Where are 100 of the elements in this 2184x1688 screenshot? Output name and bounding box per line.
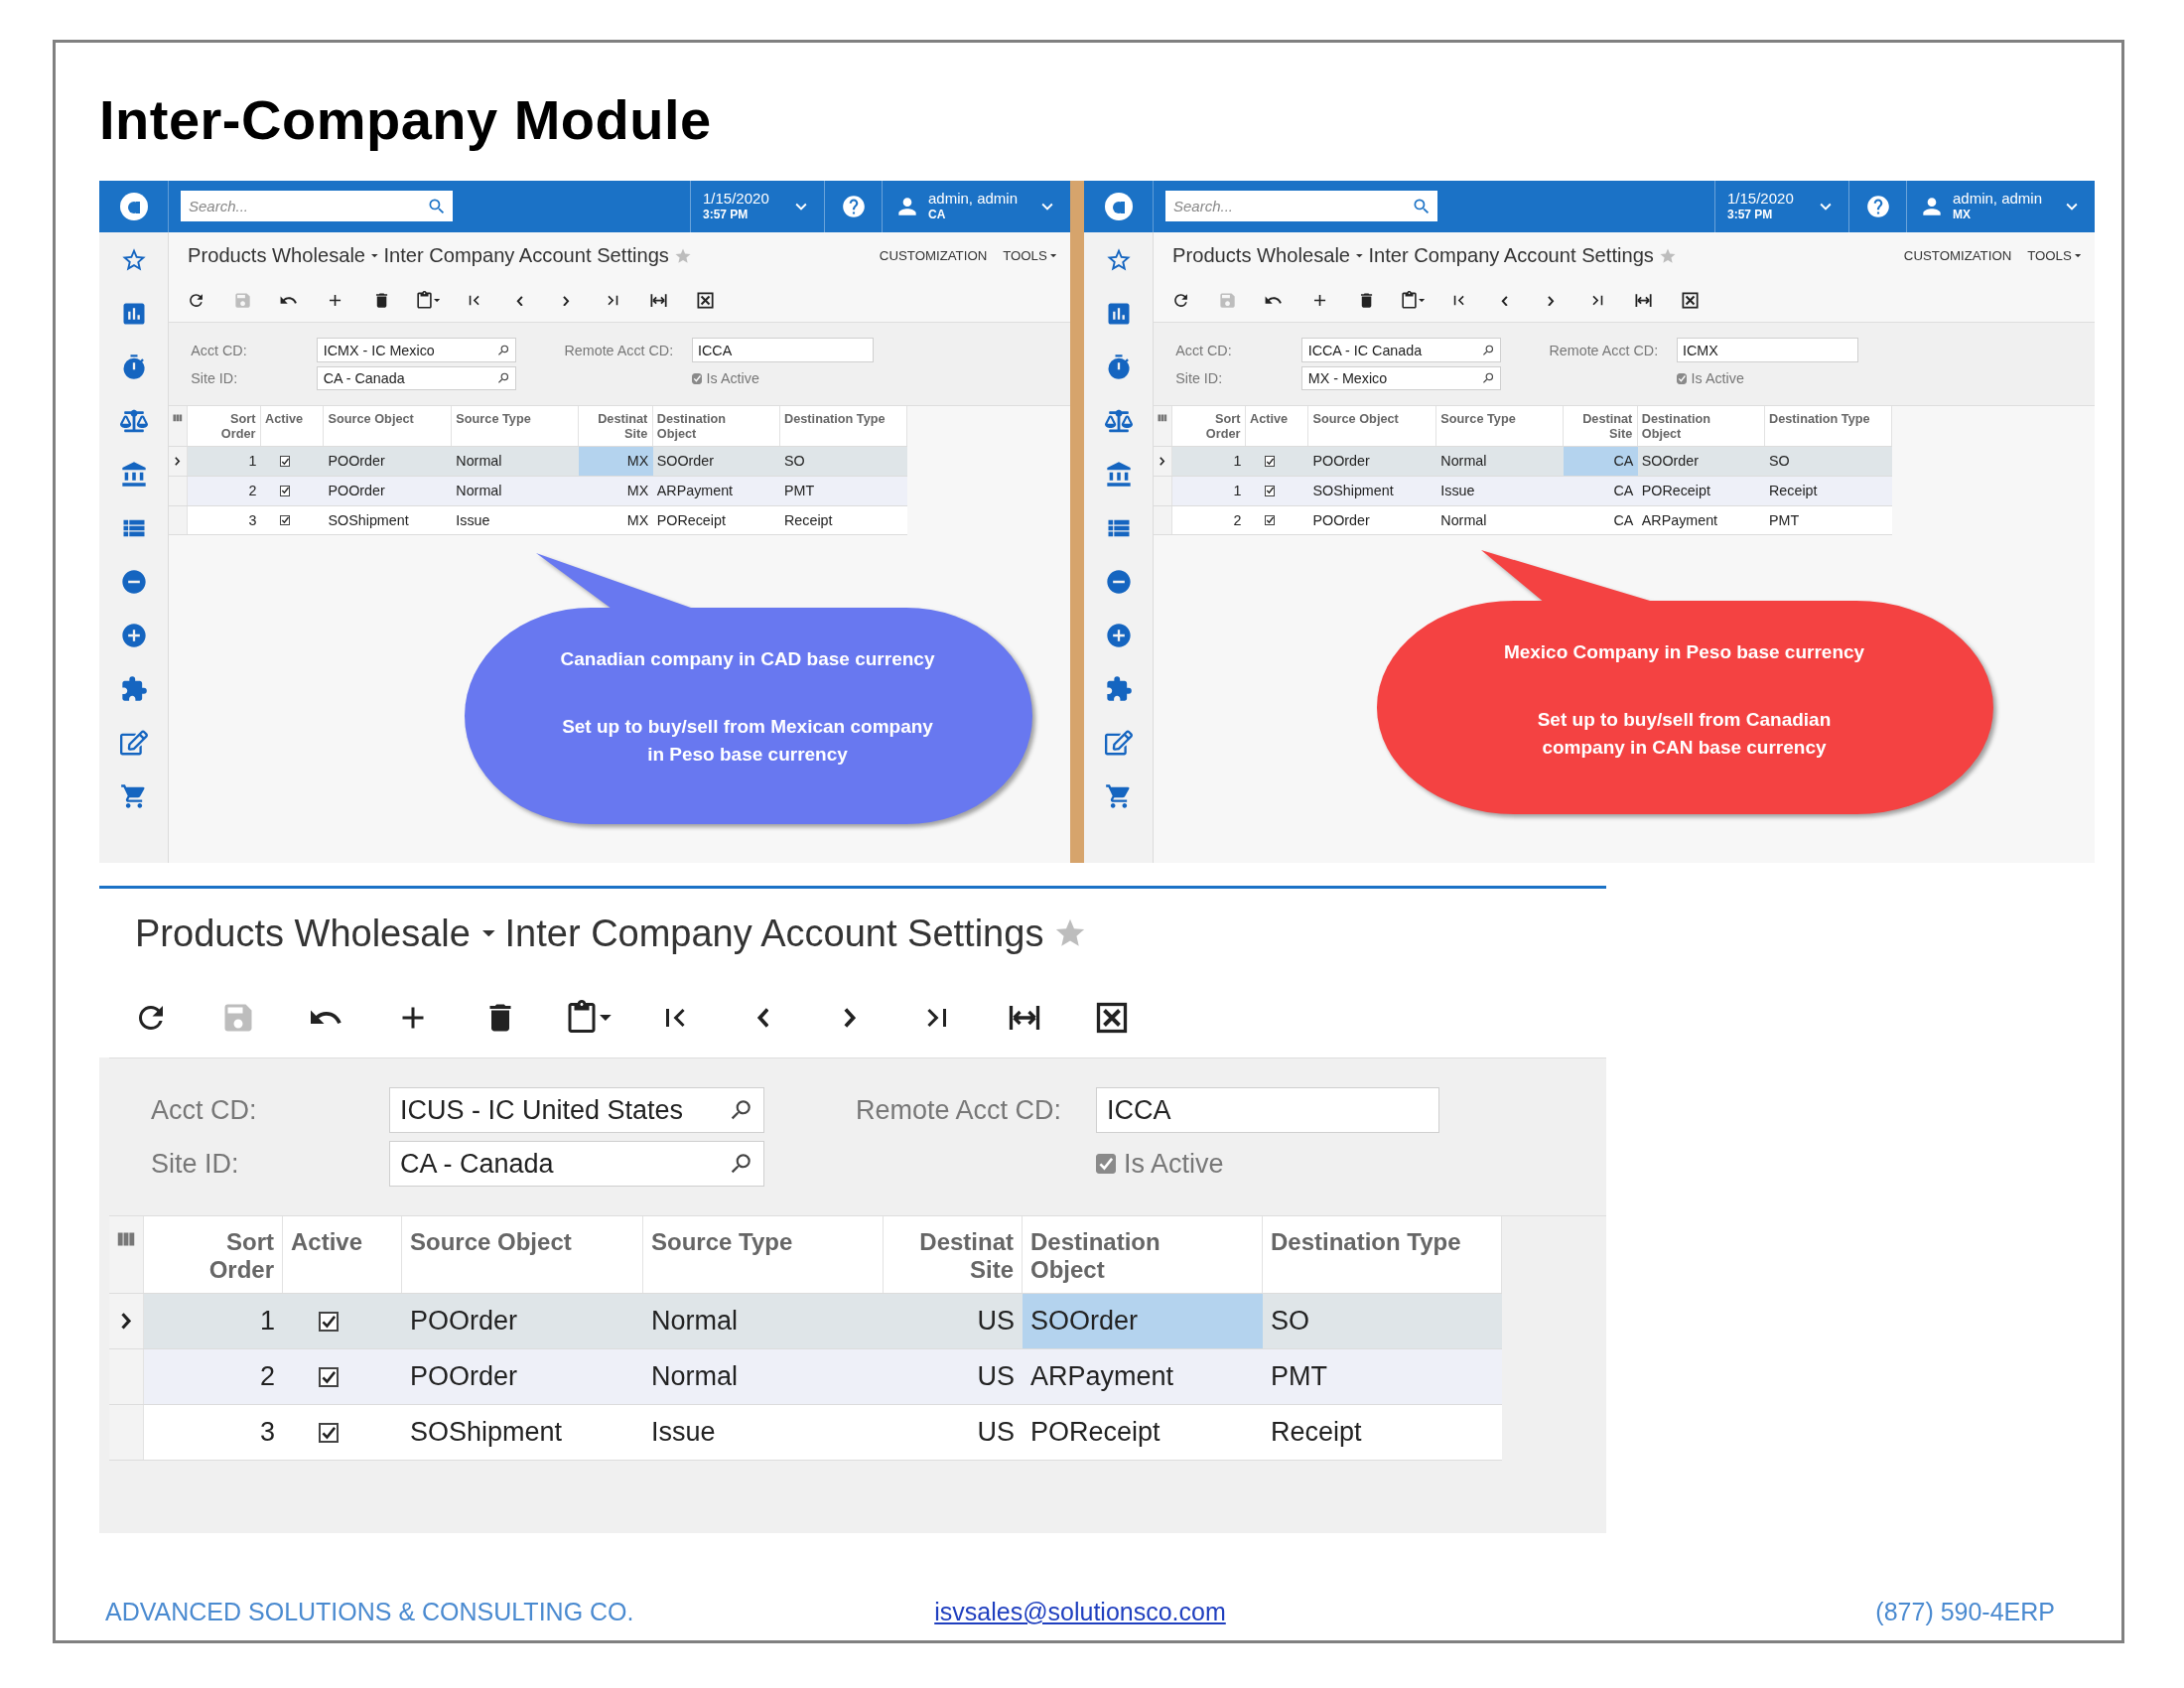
checkbox-label: Is Active (1124, 1148, 1224, 1180)
lookup-icon[interactable] (1480, 343, 1495, 357)
table-cell-text: POReceipt (1029, 1415, 1161, 1449)
edit-icon[interactable] (119, 729, 148, 757)
table-cell-text: SOShipment (1311, 482, 1395, 500)
column-header[interactable]: Destination Object (652, 405, 780, 447)
search-field[interactable]: Search... (181, 191, 453, 221)
site-id-field[interactable]: CA - Canada (389, 1141, 764, 1187)
checkbox[interactable] (1264, 456, 1276, 467)
column-header[interactable]: Destination Object (1023, 1216, 1263, 1293)
checkbox[interactable] (319, 1311, 339, 1332)
column-header[interactable]: Destinat Site (1564, 405, 1638, 447)
table-cell-text: 3 (258, 1415, 276, 1449)
bank-icon[interactable] (119, 461, 148, 489)
column-header[interactable]: Active (260, 405, 325, 447)
column-settings-icon[interactable] (1156, 412, 1168, 424)
table-cell-text: PMT (1270, 1359, 1328, 1393)
table-cell-text: 3 (247, 510, 258, 530)
table-cell-text: SOShipment (409, 1415, 564, 1449)
checkbox[interactable] (319, 1366, 339, 1387)
acct-cd-field[interactable]: ICUS - IC United States (389, 1087, 764, 1133)
column-header[interactable]: Sort Order (144, 1216, 283, 1293)
column-header[interactable]: Active (1245, 405, 1309, 447)
table-cell-text: Issue (650, 1415, 717, 1449)
customization-menu[interactable]: CUSTOMIZATION (874, 248, 993, 264)
company-selector[interactable]: Products Wholesale (135, 912, 495, 955)
table-cell: SOOrder (1023, 1294, 1263, 1348)
table-cell-text: POReceipt (655, 510, 727, 530)
column-header[interactable]: Destination Type (1764, 405, 1892, 447)
column-settings-icon[interactable] (171, 412, 184, 424)
column-header[interactable]: Destination Type (1263, 1216, 1502, 1293)
logo-icon[interactable] (118, 192, 149, 221)
remote-acct-cd-field[interactable]: ICCA (691, 338, 875, 362)
table-cell-text: US (976, 1415, 1016, 1449)
field-label: Acct CD: (191, 342, 248, 358)
table-cell-text: CA (1612, 510, 1635, 530)
column-header[interactable]: Source Object (324, 405, 453, 447)
email-link[interactable]: isvsales@solutionsco.com (934, 1598, 1226, 1626)
company-selector[interactable]: Products Wholesale (188, 244, 379, 268)
table-cell-text: POOrder (1311, 510, 1371, 530)
is-active-checkbox[interactable] (1096, 1154, 1116, 1174)
column-header[interactable]: Source Type (643, 1216, 884, 1293)
row-selector[interactable] (109, 1294, 144, 1348)
table-cell-text: Normal (455, 452, 503, 472)
column-header[interactable]: Sort Order (1171, 405, 1246, 447)
scales-icon[interactable] (119, 407, 148, 435)
checkbox[interactable] (279, 514, 291, 526)
is-active-checkbox[interactable] (691, 372, 703, 384)
column-header[interactable]: Destination Object (1637, 405, 1765, 447)
checkbox[interactable] (1264, 514, 1276, 526)
field-label: Acct CD: (151, 1094, 258, 1126)
previous-icon (516, 295, 524, 307)
column-header[interactable]: Source Object (1308, 405, 1437, 447)
logo-icon[interactable] (1103, 192, 1134, 221)
column-header[interactable]: Source Type (1436, 405, 1565, 447)
checkmark-icon (280, 486, 290, 495)
checkmark-icon (1677, 374, 1687, 383)
checkbox[interactable] (279, 456, 291, 467)
acct-cd-field[interactable]: ICMX - IC Mexico (317, 338, 516, 362)
table-cell-text: SOOrder (655, 452, 715, 472)
remote-acct-cd-field[interactable]: ICCA (1096, 1087, 1439, 1133)
column-header[interactable]: Active (283, 1216, 402, 1293)
table-cell-text: PMT (783, 482, 816, 500)
column-header[interactable]: Destinat Site (579, 405, 653, 447)
search-field[interactable]: Search... (1165, 191, 1437, 221)
scales-icon[interactable] (1104, 407, 1133, 435)
is-active-checkbox[interactable] (1676, 372, 1688, 384)
site-id-field[interactable]: MX - Mexico (1301, 366, 1501, 391)
bank-icon[interactable] (1104, 461, 1133, 489)
column-header[interactable]: Destination Type (779, 405, 907, 447)
puzzle-icon[interactable] (1104, 675, 1133, 703)
remote-acct-cd-field[interactable]: ICMX (1676, 338, 1859, 362)
customization-menu[interactable]: CUSTOMIZATION (1898, 248, 2017, 264)
search-icon[interactable] (1412, 197, 1432, 216)
tools-menu[interactable]: TOOLS (2021, 248, 2087, 264)
lookup-icon[interactable] (495, 343, 510, 357)
table-cell-text: SO (1270, 1304, 1310, 1337)
table-cell-text: SO (1768, 452, 1791, 472)
paste-icon (415, 291, 435, 311)
column-header[interactable]: Source Object (402, 1216, 643, 1293)
tools-menu[interactable]: TOOLS (997, 248, 1062, 264)
field-label: Site ID: (191, 370, 239, 387)
checkbox[interactable] (279, 485, 291, 496)
checkbox[interactable] (1264, 485, 1276, 496)
search-icon[interactable] (427, 197, 447, 216)
column-header[interactable]: Destinat Site (884, 1216, 1023, 1293)
current-row-icon (120, 1313, 132, 1330)
acct-cd-field[interactable]: ICCA - IC Canada (1301, 338, 1501, 362)
column-header[interactable]: Sort Order (187, 405, 261, 447)
column-header[interactable]: Source Type (452, 405, 580, 447)
edit-icon[interactable] (1104, 729, 1133, 757)
puzzle-icon[interactable] (119, 675, 148, 703)
checkbox[interactable] (319, 1422, 339, 1443)
site-id-field[interactable]: CA - Canada (317, 366, 516, 391)
next-icon (1548, 295, 1555, 307)
company-selector[interactable]: Products Wholesale (1172, 244, 1364, 268)
table-cell-text: POOrder (1311, 452, 1371, 472)
caret-icon (434, 299, 441, 303)
screen-title: Inter Company Account Settings (383, 244, 669, 268)
field-label: Site ID: (151, 1148, 240, 1180)
